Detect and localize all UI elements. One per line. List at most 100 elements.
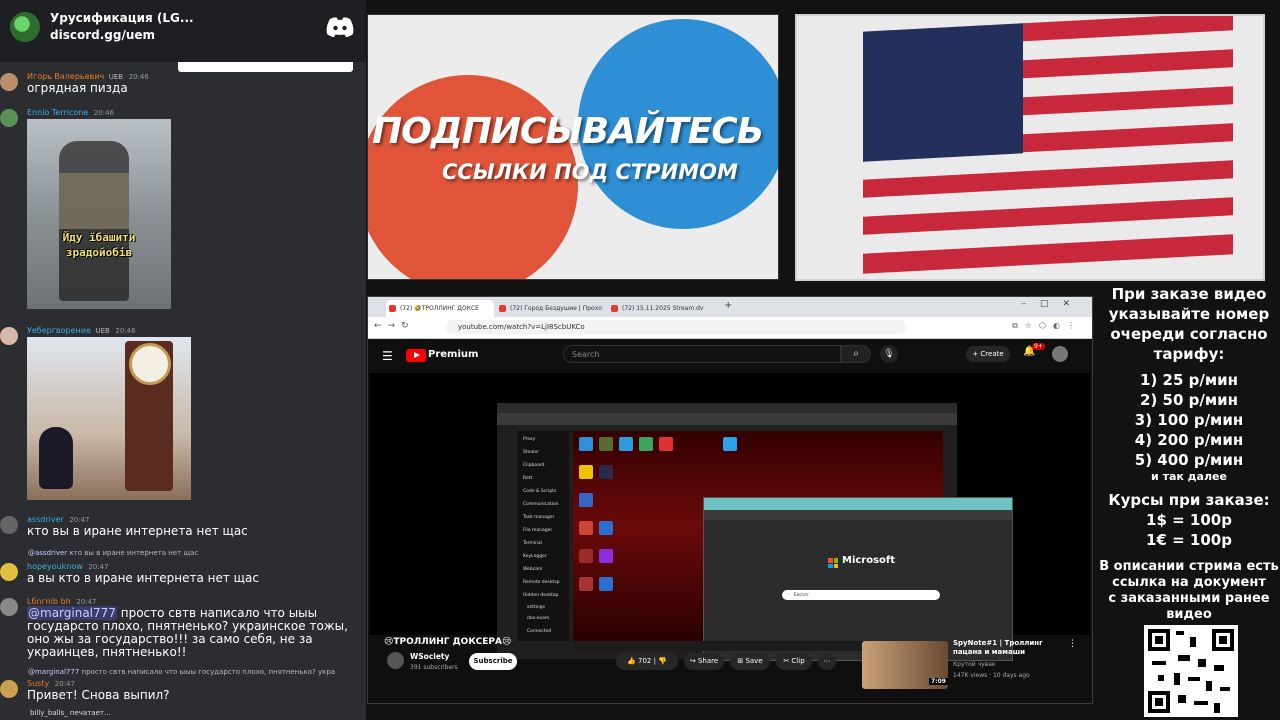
avatar [0,327,18,345]
avatar [0,73,18,91]
avatar [0,109,18,127]
recommended-title[interactable]: SpyNote#1 | Троллинг пацана и мамаши [953,639,1063,657]
video-player[interactable]: ❮ Proxy Stealer Clipboard Rott Code & Sc… [370,373,1090,661]
pricing-info-panel: При заказе видео указывайте номер очеред… [1098,282,1280,720]
timestamp: 20:47 [54,680,75,688]
gif-figure [59,141,129,301]
role-badge: UEB [95,327,110,335]
thumbs-down-icon[interactable]: 👎 [658,657,667,665]
rate-line: 1$ = 100р [1146,511,1232,529]
gif-caption-line: зрадойобів [65,246,133,259]
inner-sidebar-item: Hidden desktop [523,593,559,598]
browser-tab[interactable]: (72) 🤣ТРОЛЛИНГ ДОКСЕ [386,300,494,317]
username[interactable]: hopeyouknow [27,562,83,571]
microphone-icon[interactable]: 🎙 [880,345,898,363]
channel-name[interactable]: WSociety [410,652,449,661]
subscribe-promo-banner: ПОДПИСЫВАЙТЕСЬ ССЫЛКИ ПОД СТРИМОМ [367,14,779,280]
inner-browser-window: Microsoft Бесплт [703,497,1013,661]
inner-sidebar-item: File manager [523,528,553,533]
window-controls[interactable]: –□✕ [1021,299,1084,309]
avatar [0,598,18,616]
search-icon[interactable]: ⌕ [841,345,871,363]
browser-tab[interactable]: (72) Город Бездушие | Прохо [496,300,604,317]
server-invite-link[interactable]: discord.gg/uem [50,28,155,42]
timestamp: 20:47 [88,563,109,571]
video-title: 😢ТРОЛЛИНГ ДОКСЕРА😢 [384,637,512,647]
save-button[interactable]: ⊞ Save [730,653,770,670]
youtube-logo-icon[interactable] [406,349,426,362]
inner-search-box: Бесплт [782,590,940,600]
gif-attachment[interactable]: Йду їбашити зрадойобів [27,119,171,309]
more-options-icon[interactable]: ⋮ [1068,639,1077,649]
username[interactable]: Уебергворение [27,326,91,335]
timestamp: 20:47 [69,516,90,524]
extension-icons[interactable]: ⧉☆⬡◐⋮ [1012,321,1082,331]
search-input[interactable]: Search [563,345,841,363]
inner-sidebar-item: Connected [527,629,552,634]
inner-sidebar-item: Stealer [523,450,540,455]
menu-icon[interactable]: ☰ [382,349,393,363]
pricing-tier: 3) 100 р/мин [1134,411,1244,429]
username[interactable]: Lбnгnib bh [27,597,71,606]
typing-indicator: billy_balls_ печатает... [30,709,111,717]
timestamp: 20:47 [76,598,97,606]
pricing-tier: 4) 200 р/мин [1134,431,1244,449]
webcam-feed [795,14,1265,281]
inner-sidebar-item: Clipboard [523,463,545,468]
youtube-brand[interactable]: Premium [428,349,478,360]
subscribe-button[interactable]: Subscribe [469,653,517,670]
note-line: видео [1166,607,1212,622]
inner-sidebar-item: Rott [523,476,533,481]
create-button[interactable]: + Create [966,346,1010,362]
share-button[interactable]: ↪ Share [684,653,724,670]
username[interactable]: Ennio Terricone [27,108,88,117]
server-icon [10,12,40,42]
username[interactable]: Susty [27,679,49,688]
tab-bar: (72) 🤣ТРОЛЛИНГ ДОКСЕ (72) Город Бездушие… [368,297,1092,317]
rate-line: 1€ = 100р [1146,531,1232,549]
youtube-page: ☰ Premium Search ⌕ 🎙 + Create 🔔 9+ ❮ Pro… [368,339,1092,703]
pricing-etc: и так далее [1151,470,1227,483]
note-line: ссылка на документ [1112,575,1266,590]
inner-sidebar-item: Task manager [523,515,555,520]
message-text: а вы кто в иране интернета нет щас [27,571,259,585]
username[interactable]: Игорь Валерьевич [27,72,104,81]
reply-reference: @assdriver кто вы в иране интернета нет … [28,549,198,557]
youtube-tab-icon [389,305,396,312]
avatar [0,680,18,698]
channel-avatar[interactable] [387,652,404,669]
inner-sidebar-item: dox-exam [527,616,550,621]
more-actions-button[interactable]: ⋯ [818,653,836,670]
recommended-channel[interactable]: Крутой чувак [953,661,996,668]
timestamp: 20:46 [128,73,149,81]
reply-text: кто вы в иране интернета нет щас [69,549,199,557]
user-mention[interactable]: @marginal777 [27,606,117,620]
recommended-meta: 147K views · 10 days ago [953,672,1030,679]
note-line: с заказанными ранее [1108,591,1270,606]
qr-code[interactable] [1144,625,1238,717]
inner-sidebar-item: Remote desktop [523,580,560,585]
browser-window: (72) 🤣ТРОЛЛИНГ ДОКСЕ (72) Город Бездушие… [367,296,1093,704]
gif-attachment[interactable] [27,337,191,500]
like-dislike-button[interactable]: 👍 702 | 👎 [616,653,678,670]
subscriber-count: 391 subscribers [410,664,458,671]
promo-subtitle: ССЫЛКИ ПОД СТРИМОМ [442,160,738,184]
gif-caption-line: Йду їбашити [62,231,136,244]
avatar[interactable] [1052,346,1068,362]
reply-user[interactable]: @marginal777 [28,668,79,676]
url-field[interactable]: youtube.com/watch?v=LjI8ScbUKCo [446,320,906,334]
username[interactable]: assdriver [27,515,64,524]
avatar [0,563,18,581]
clip-button[interactable]: ✂ Clip [776,653,812,670]
navigation-buttons[interactable]: ←→↻ [374,321,415,331]
avatar [0,516,18,534]
browser-tab[interactable]: (72) 15.11.2025 Stream.dv [608,300,704,317]
reply-user[interactable]: @assdriver [28,549,67,557]
us-flag-image [863,16,1233,277]
thumbs-up-icon[interactable]: 👍 [627,657,636,665]
inner-sidebar-item: Communication [523,502,559,507]
discord-chat-panel: Урусификация (LG... discord.gg/uem Игорь… [0,0,366,720]
inner-sidebar-item: Code & Scripts [523,489,557,494]
new-tab-button[interactable]: + [724,300,732,311]
youtube-tab-icon [611,305,618,312]
